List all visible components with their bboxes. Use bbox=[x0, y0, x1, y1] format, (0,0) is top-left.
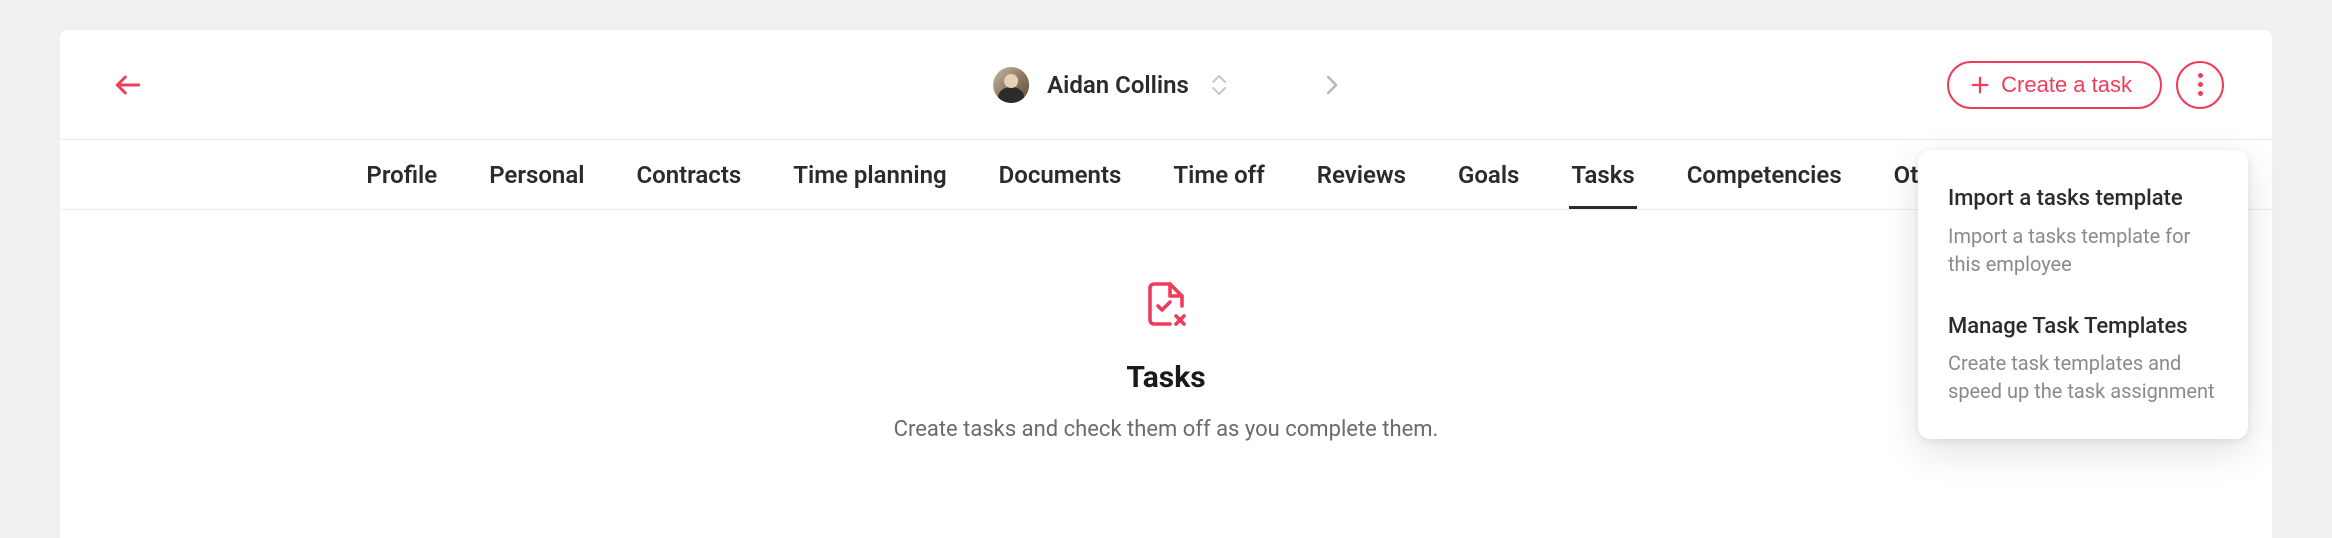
chevron-down-icon bbox=[1211, 86, 1227, 96]
more-vertical-icon bbox=[2198, 73, 2203, 96]
create-task-label: Create a task bbox=[2001, 72, 2132, 98]
tab-competencies[interactable]: Competencies bbox=[1685, 143, 1844, 207]
header-center: Aidan Collins bbox=[993, 67, 1339, 103]
tab-documents[interactable]: Documents bbox=[997, 143, 1124, 207]
tasks-empty-icon bbox=[1142, 280, 1190, 332]
user-switcher[interactable] bbox=[1211, 74, 1227, 96]
arrow-left-icon bbox=[112, 69, 144, 101]
user-name: Aidan Collins bbox=[1047, 71, 1189, 99]
tab-time-off[interactable]: Time off bbox=[1171, 143, 1266, 207]
tab-personal[interactable]: Personal bbox=[487, 143, 586, 207]
avatar bbox=[993, 67, 1029, 103]
main-card: Aidan Collins Create a task bbox=[60, 30, 2272, 538]
menu-item-title: Import a tasks template bbox=[1948, 184, 2218, 214]
menu-import-tasks-template[interactable]: Import a tasks template Import a tasks t… bbox=[1918, 170, 2248, 292]
menu-item-desc: Create task templates and speed up the t… bbox=[1948, 349, 2218, 405]
tab-time-planning[interactable]: Time planning bbox=[791, 143, 948, 207]
plus-icon bbox=[1969, 74, 1991, 96]
chevron-up-icon bbox=[1211, 74, 1227, 84]
empty-state-subtitle: Create tasks and check them off as you c… bbox=[894, 413, 1439, 446]
more-actions-button[interactable] bbox=[2176, 61, 2224, 109]
menu-item-desc: Import a tasks template for this employe… bbox=[1948, 222, 2218, 278]
menu-item-title: Manage Task Templates bbox=[1948, 312, 2218, 342]
tab-reviews[interactable]: Reviews bbox=[1315, 143, 1408, 207]
back-button[interactable] bbox=[108, 65, 148, 105]
more-actions-menu: Import a tasks template Import a tasks t… bbox=[1918, 150, 2248, 439]
tab-profile[interactable]: Profile bbox=[364, 143, 439, 207]
create-task-button[interactable]: Create a task bbox=[1947, 61, 2162, 109]
header-actions: Create a task bbox=[1947, 61, 2224, 109]
header-bar: Aidan Collins Create a task bbox=[60, 30, 2272, 140]
page-wrapper: Aidan Collins Create a task bbox=[0, 0, 2332, 538]
empty-state-title: Tasks bbox=[1126, 360, 1205, 395]
breadcrumb-next[interactable] bbox=[1325, 74, 1339, 96]
tab-tasks[interactable]: Tasks bbox=[1569, 143, 1636, 207]
tab-contracts[interactable]: Contracts bbox=[634, 143, 743, 207]
menu-manage-task-templates[interactable]: Manage Task Templates Create task templa… bbox=[1918, 298, 2248, 420]
tab-goals[interactable]: Goals bbox=[1456, 143, 1521, 207]
chevron-right-icon bbox=[1325, 74, 1339, 96]
